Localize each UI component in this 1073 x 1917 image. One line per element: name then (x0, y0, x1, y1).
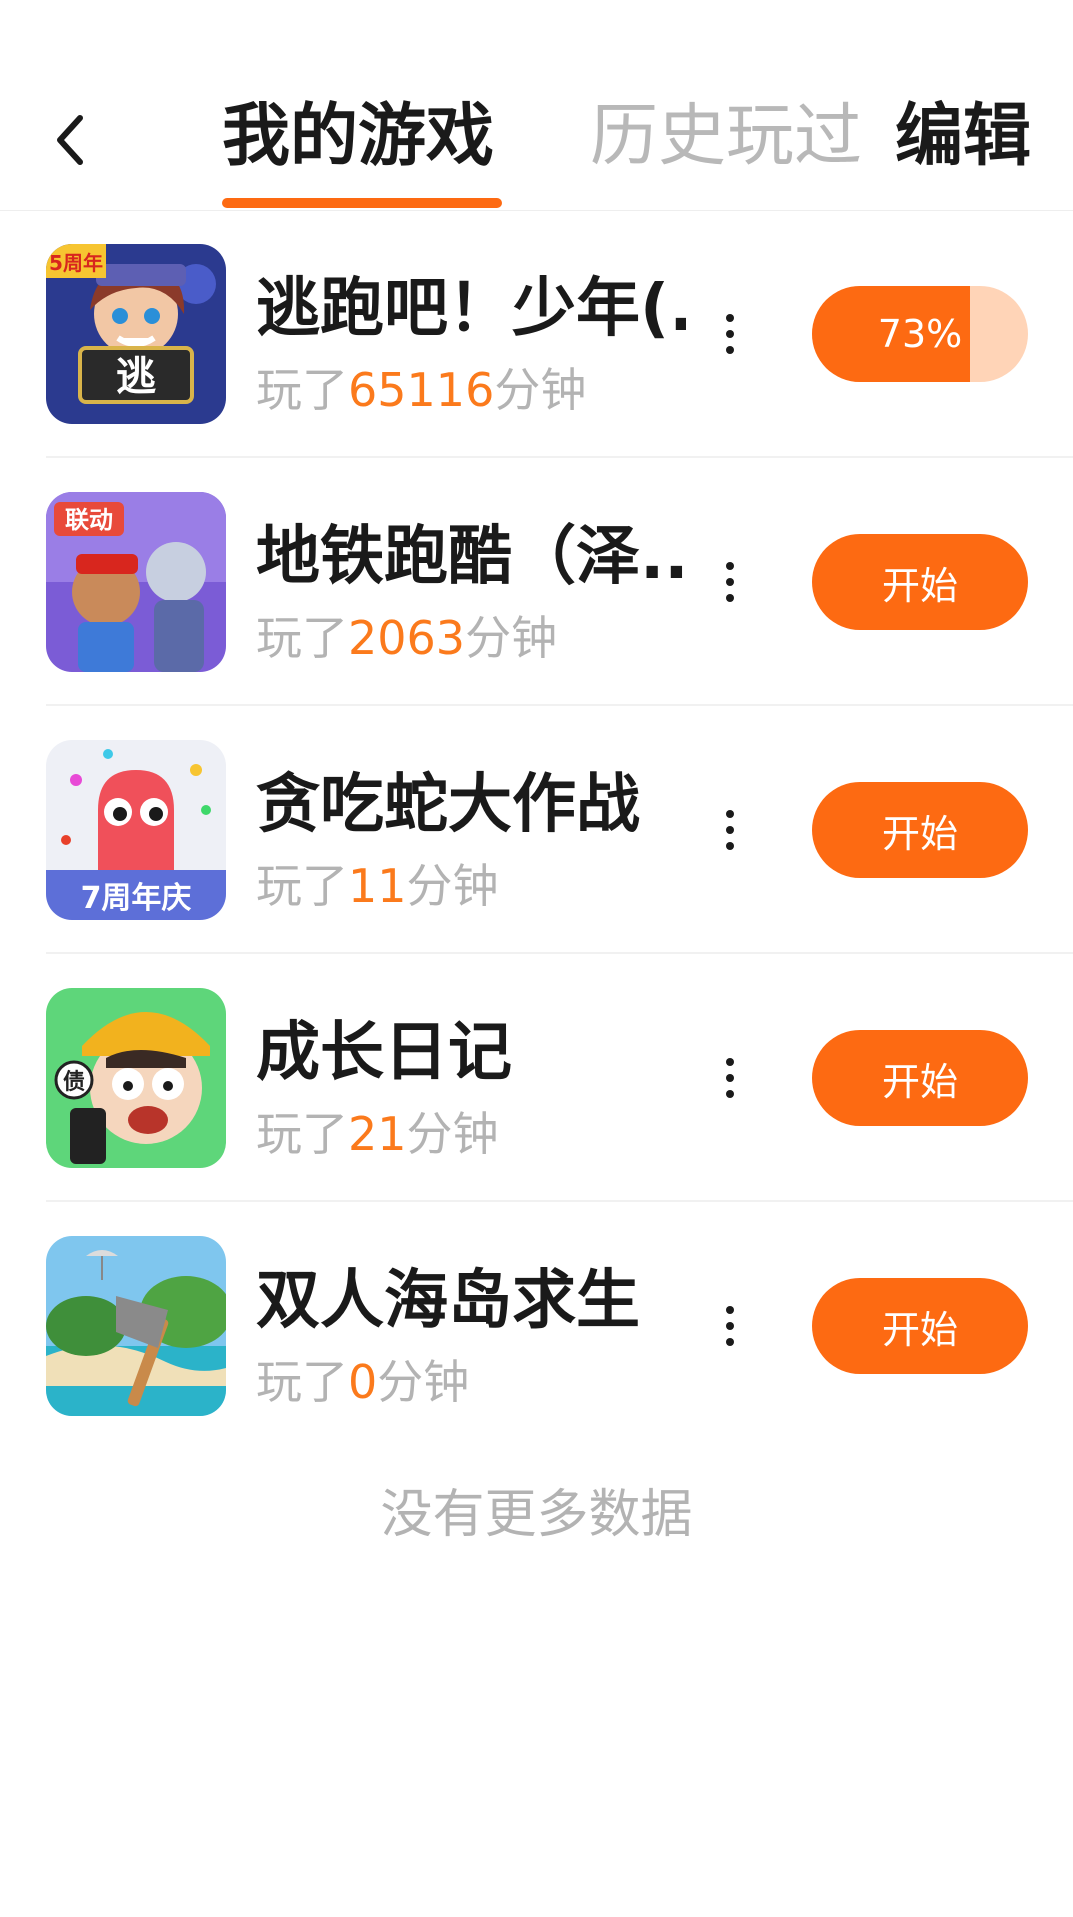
more-icon-dot (726, 594, 734, 602)
more-icon-dot (726, 1090, 734, 1098)
play-time: 玩了0分钟 (256, 1352, 469, 1412)
play-time-minutes: 11 (348, 859, 407, 913)
more-icon (726, 314, 734, 322)
more-icon (726, 1058, 734, 1066)
tab-history-played[interactable]: 历史玩过 (590, 92, 862, 182)
play-time-minutes: 0 (348, 1355, 378, 1409)
download-progress-button[interactable]: 73% (812, 286, 1028, 382)
more-icon (726, 810, 734, 818)
icon-tag-text: 5周年 (49, 251, 103, 275)
game-title[interactable]: 成长日记 (256, 1012, 686, 1094)
no-more-data-text: 没有更多数据 (380, 1485, 693, 1545)
progress-label: 73% (877, 312, 963, 356)
more-icon (726, 1306, 734, 1314)
play-time: 玩了11分钟 (256, 856, 499, 916)
more-icon-dot (726, 346, 734, 354)
game-row[interactable]: 债 成长日记 玩了21分钟 开始 (0, 954, 1073, 1202)
start-label: 开始 (881, 563, 958, 608)
active-tab-indicator (222, 198, 502, 208)
play-time: 玩了21分钟 (256, 1104, 499, 1164)
edit-button[interactable]: 编辑 (895, 92, 1031, 182)
more-options-button[interactable] (712, 794, 748, 866)
more-icon-dot (726, 578, 734, 586)
game-row[interactable]: 逃 5周年 逃跑吧！少年(... 玩了65116分钟 73% (0, 210, 1073, 458)
play-time-suffix: 分钟 (406, 859, 499, 913)
play-time-minutes: 2063 (348, 611, 466, 665)
icon-badge-text: 逃 (116, 354, 156, 400)
play-time-suffix: 分钟 (465, 611, 558, 665)
play-time: 玩了2063分钟 (256, 608, 557, 668)
more-icon-dot (726, 842, 734, 850)
tab-my-games[interactable]: 我的游戏 (222, 92, 494, 182)
icon-tag-text: 联动 (65, 506, 113, 534)
game-title[interactable]: 逃跑吧！少年(... (256, 268, 686, 350)
more-icon-dot (726, 1322, 734, 1330)
game-row[interactable]: 7周年庆 贪吃蛇大作战 玩了11分钟 开始 (0, 706, 1073, 954)
play-time-prefix: 玩了 (256, 1107, 348, 1161)
more-options-button[interactable] (712, 1290, 748, 1362)
start-label: 开始 (881, 811, 958, 856)
game-title[interactable]: 双人海岛求生 (256, 1260, 686, 1342)
chevron-left-icon (57, 115, 83, 165)
game-title[interactable]: 贪吃蛇大作战 (256, 764, 686, 846)
icon-tag-text: 债 (63, 1070, 85, 1095)
play-time-suffix: 分钟 (494, 363, 587, 417)
play-time-prefix: 玩了 (256, 859, 348, 913)
growth-diary-icon[interactable]: 债 (46, 988, 226, 1168)
play-time-minutes: 21 (348, 1107, 407, 1161)
game-list: 逃 5周年 逃跑吧！少年(... 玩了65116分钟 73% (0, 210, 1073, 1450)
start-label: 开始 (881, 1307, 958, 1352)
more-icon-dot (726, 1074, 734, 1082)
start-button[interactable]: 开始 (812, 782, 1028, 878)
play-time-prefix: 玩了 (256, 363, 348, 417)
more-icon (726, 562, 734, 570)
game-title[interactable]: 地铁跑酷（泽... (256, 516, 686, 598)
more-icon-dot (726, 826, 734, 834)
more-options-button[interactable] (712, 298, 748, 370)
game-row[interactable]: 双人海岛求生 玩了0分钟 开始 (0, 1202, 1073, 1450)
play-time: 玩了65116分钟 (256, 360, 586, 420)
start-button[interactable]: 开始 (812, 534, 1028, 630)
play-time-prefix: 玩了 (256, 611, 348, 665)
more-options-button[interactable] (712, 1042, 748, 1114)
header: 我的游戏 历史玩过 编辑 (0, 0, 1073, 211)
game-row[interactable]: 联动 地铁跑酷（泽... 玩了2063分钟 开始 (0, 458, 1073, 706)
more-icon-dot (726, 330, 734, 338)
more-icon-dot (726, 1338, 734, 1346)
back-button[interactable] (40, 100, 100, 180)
play-time-minutes: 65116 (348, 363, 495, 417)
play-time-suffix: 分钟 (406, 1107, 499, 1161)
icon-tag-text: 7周年庆 (81, 881, 192, 916)
start-label: 开始 (881, 1059, 958, 1104)
more-options-button[interactable] (712, 546, 748, 618)
start-button[interactable]: 开始 (812, 1278, 1028, 1374)
play-time-suffix: 分钟 (377, 1355, 470, 1409)
play-time-prefix: 玩了 (256, 1355, 348, 1409)
escape-game-icon[interactable]: 逃 5周年 (46, 244, 226, 424)
subway-surfers-icon[interactable]: 联动 (46, 492, 226, 672)
snake-game-icon[interactable]: 7周年庆 (46, 740, 226, 920)
island-survival-icon[interactable] (46, 1236, 226, 1416)
start-button[interactable]: 开始 (812, 1030, 1028, 1126)
